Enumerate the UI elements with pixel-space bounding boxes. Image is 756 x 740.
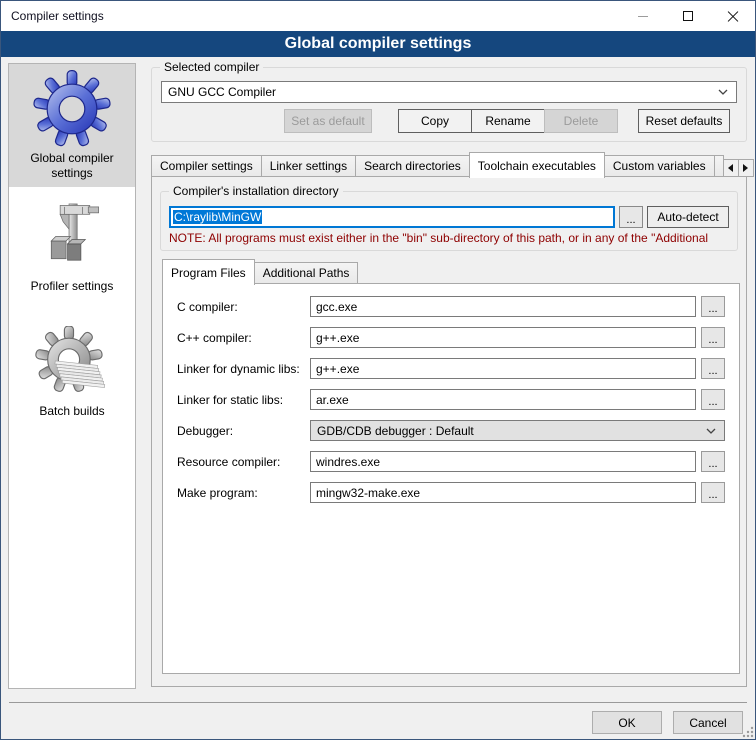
subtab-additional-paths[interactable]: Additional Paths	[254, 262, 359, 284]
main-panel: Selected compiler GNU GCC Compiler Set a…	[145, 57, 747, 739]
dynamic-linker-browse-button[interactable]: ...	[701, 358, 725, 379]
cpp-compiler-browse-button[interactable]: ...	[701, 327, 725, 348]
compiler-select[interactable]: GNU GCC Compiler	[161, 81, 737, 103]
selected-compiler-group: Selected compiler GNU GCC Compiler Set a…	[151, 67, 747, 142]
bin-subdirectory-note: NOTE: All programs must exist either in …	[169, 231, 729, 245]
tab-scroll-arrows	[724, 159, 754, 177]
resource-compiler-browse-button[interactable]: ...	[701, 451, 725, 472]
dialog-footer: OK Cancel	[9, 702, 747, 734]
tab-scroll-right-button[interactable]	[738, 159, 754, 177]
reset-defaults-button[interactable]: Reset defaults	[638, 109, 730, 133]
resource-compiler-row: Resource compiler: ...	[177, 451, 725, 472]
program-files-page: C compiler: ... C++ compiler: ...	[162, 283, 740, 674]
sidebar-item-batch-builds[interactable]: Batch builds	[9, 326, 135, 425]
make-program-browse-button[interactable]: ...	[701, 482, 725, 503]
page-title: Global compiler settings	[1, 31, 755, 57]
sidebar-item-profiler-settings[interactable]: Profiler settings	[9, 199, 135, 300]
tab-scroll-left-button[interactable]	[723, 159, 739, 177]
blue-gear-icon	[9, 69, 135, 149]
make-program-row: Make program: ...	[177, 482, 725, 503]
minimize-icon	[638, 16, 648, 17]
sidebar-item-global-compiler-settings[interactable]: Global compiler settings	[9, 64, 135, 187]
debugger-row: Debugger: GDB/CDB debugger : Default	[177, 420, 725, 441]
settings-tabs: Compiler settings Linker settings Search…	[151, 152, 747, 177]
cpp-compiler-row: C++ compiler: ...	[177, 327, 725, 348]
caliper-icon	[9, 199, 135, 277]
close-button[interactable]	[710, 1, 755, 31]
sidebar-item-label: Profiler settings	[9, 277, 135, 300]
debugger-select-value: GDB/CDB debugger : Default	[317, 424, 706, 438]
tab-toolchain-executables[interactable]: Toolchain executables	[469, 152, 605, 178]
tab-compiler-settings[interactable]: Compiler settings	[151, 155, 262, 177]
installation-directory-group-label: Compiler's installation directory	[169, 184, 343, 198]
make-program-input[interactable]	[310, 482, 696, 503]
c-compiler-label: C compiler:	[177, 300, 310, 314]
installation-directory-input[interactable]: C:\raylib\MinGW	[169, 206, 615, 228]
minimize-button[interactable]	[620, 1, 665, 31]
copy-button[interactable]: Copy	[398, 109, 472, 133]
chevron-down-icon	[706, 428, 716, 434]
resource-compiler-label: Resource compiler:	[177, 455, 310, 469]
c-compiler-input[interactable]	[310, 296, 696, 317]
compiler-buttons-row: Set as default Copy Rename Delete Reset …	[161, 109, 737, 133]
c-compiler-row: C compiler: ...	[177, 296, 725, 317]
static-linker-browse-button[interactable]: ...	[701, 389, 725, 410]
arrow-right-icon	[743, 164, 748, 172]
dynamic-linker-row: Linker for dynamic libs: ...	[177, 358, 725, 379]
program-tabs: Program Files Additional Paths	[162, 259, 746, 284]
installation-directory-value: C:\raylib\MinGW	[173, 210, 262, 224]
title-bar: Compiler settings	[1, 1, 755, 31]
tab-search-directories[interactable]: Search directories	[355, 155, 470, 177]
make-program-label: Make program:	[177, 486, 310, 500]
toolchain-executables-page: Compiler's installation directory C:\ray…	[151, 176, 747, 687]
auto-detect-button[interactable]: Auto-detect	[647, 206, 729, 228]
selected-compiler-group-label: Selected compiler	[160, 60, 263, 74]
arrow-left-icon	[728, 164, 733, 172]
maximize-icon	[683, 11, 693, 21]
static-linker-row: Linker for static libs: ...	[177, 389, 725, 410]
debugger-label: Debugger:	[177, 424, 310, 438]
dynamic-linker-input[interactable]	[310, 358, 696, 379]
maximize-button[interactable]	[665, 1, 710, 31]
compiler-settings-dialog: Compiler settings Global compiler settin…	[0, 0, 756, 740]
gray-gear-stack-icon	[9, 326, 135, 402]
installation-directory-browse-button[interactable]: ...	[619, 206, 643, 228]
c-compiler-browse-button[interactable]: ...	[701, 296, 725, 317]
sidebar-item-label: Batch builds	[9, 402, 135, 425]
compiler-select-value: GNU GCC Compiler	[168, 85, 718, 99]
ok-button[interactable]: OK	[592, 711, 662, 734]
sidebar-item-label: Global compiler settings	[9, 149, 135, 187]
installation-directory-row: C:\raylib\MinGW ... Auto-detect	[169, 206, 729, 228]
tab-custom-variables[interactable]: Custom variables	[604, 155, 715, 177]
window-controls	[620, 1, 755, 31]
close-icon	[727, 11, 738, 22]
static-linker-label: Linker for static libs:	[177, 393, 310, 407]
set-as-default-button[interactable]: Set as default	[284, 109, 372, 133]
static-linker-input[interactable]	[310, 389, 696, 410]
subtab-program-files[interactable]: Program Files	[162, 259, 255, 285]
settings-category-list: Global compiler settings	[8, 63, 136, 689]
window-title: Compiler settings	[1, 9, 104, 23]
chevron-down-icon	[718, 89, 728, 95]
cpp-compiler-input[interactable]	[310, 327, 696, 348]
dynamic-linker-label: Linker for dynamic libs:	[177, 362, 310, 376]
delete-button[interactable]: Delete	[544, 109, 618, 133]
cpp-compiler-label: C++ compiler:	[177, 331, 310, 345]
resize-grip[interactable]	[742, 726, 754, 738]
dialog-content: Global compiler settings	[1, 57, 755, 739]
rename-button[interactable]: Rename	[471, 109, 545, 133]
debugger-select[interactable]: GDB/CDB debugger : Default	[310, 420, 725, 441]
tab-linker-settings[interactable]: Linker settings	[261, 155, 356, 177]
installation-directory-group: Compiler's installation directory C:\ray…	[160, 191, 738, 251]
cancel-button[interactable]: Cancel	[673, 711, 743, 734]
resource-compiler-input[interactable]	[310, 451, 696, 472]
